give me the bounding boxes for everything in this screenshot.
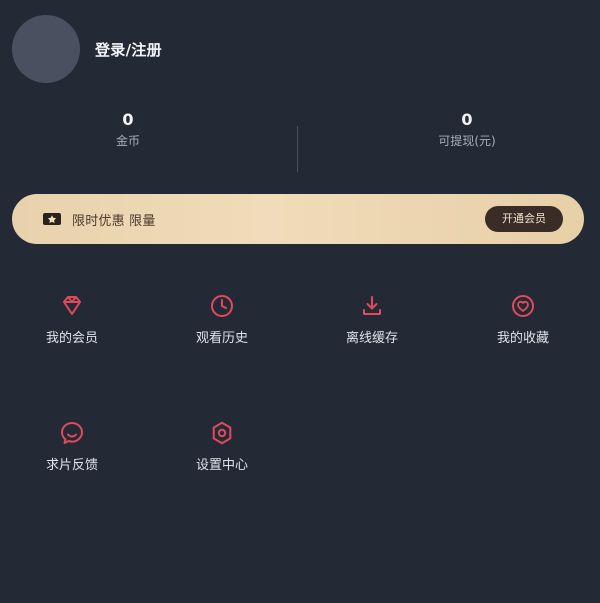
withdrawable-stat[interactable]: 0 可提现(元): [317, 108, 600, 150]
avatar[interactable]: [12, 15, 80, 83]
clock-icon: [211, 295, 233, 317]
withdrawable-value: 0: [461, 110, 473, 129]
grid-item-label: 观看历史: [195, 331, 248, 346]
coins-value: 0: [122, 110, 134, 129]
grid-item-label: 设置中心: [195, 458, 248, 473]
grid-item-my-favorites[interactable]: 我的收藏: [463, 292, 583, 348]
gem-icon: [63, 296, 81, 315]
stats-divider: [297, 126, 298, 172]
chat-bubble-icon: [61, 422, 83, 444]
grid-item-label: 我的会员: [45, 331, 98, 346]
login-register-link[interactable]: 登录/注册: [95, 39, 162, 60]
vip-promo-content: 限时优惠 限量: [42, 194, 156, 244]
profile-header[interactable]: 登录/注册: [12, 15, 162, 83]
grid-item-offline-cache[interactable]: 离线缓存: [312, 292, 432, 348]
withdrawable-label: 可提现(元): [438, 134, 496, 148]
grid-item-watch-history[interactable]: 观看历史: [162, 292, 282, 348]
ticket-star-icon: [42, 211, 62, 227]
coins-label: 金币: [115, 134, 140, 148]
download-icon: [363, 296, 381, 315]
grid-item-settings-center[interactable]: 设置中心: [162, 419, 282, 475]
heart-icon: [512, 295, 534, 317]
grid-item-my-membership[interactable]: 我的会员: [12, 292, 132, 348]
grid-item-label: 离线缓存: [345, 331, 398, 346]
settings-hex-icon: [212, 421, 232, 445]
grid-item-request-feedback[interactable]: 求片反馈: [12, 419, 132, 475]
grid-item-label: 我的收藏: [496, 331, 549, 346]
grid-item-label: 求片反馈: [45, 458, 98, 473]
coins-stat[interactable]: 0 金币: [0, 108, 278, 150]
vip-promo-text: 限时优惠 限量: [72, 213, 156, 229]
stats-bar: 0 金币 0 可提现(元): [0, 108, 600, 178]
open-membership-button[interactable]: 开通会员: [485, 206, 563, 232]
vip-promo-banner[interactable]: 限时优惠 限量 开通会员: [12, 194, 584, 244]
